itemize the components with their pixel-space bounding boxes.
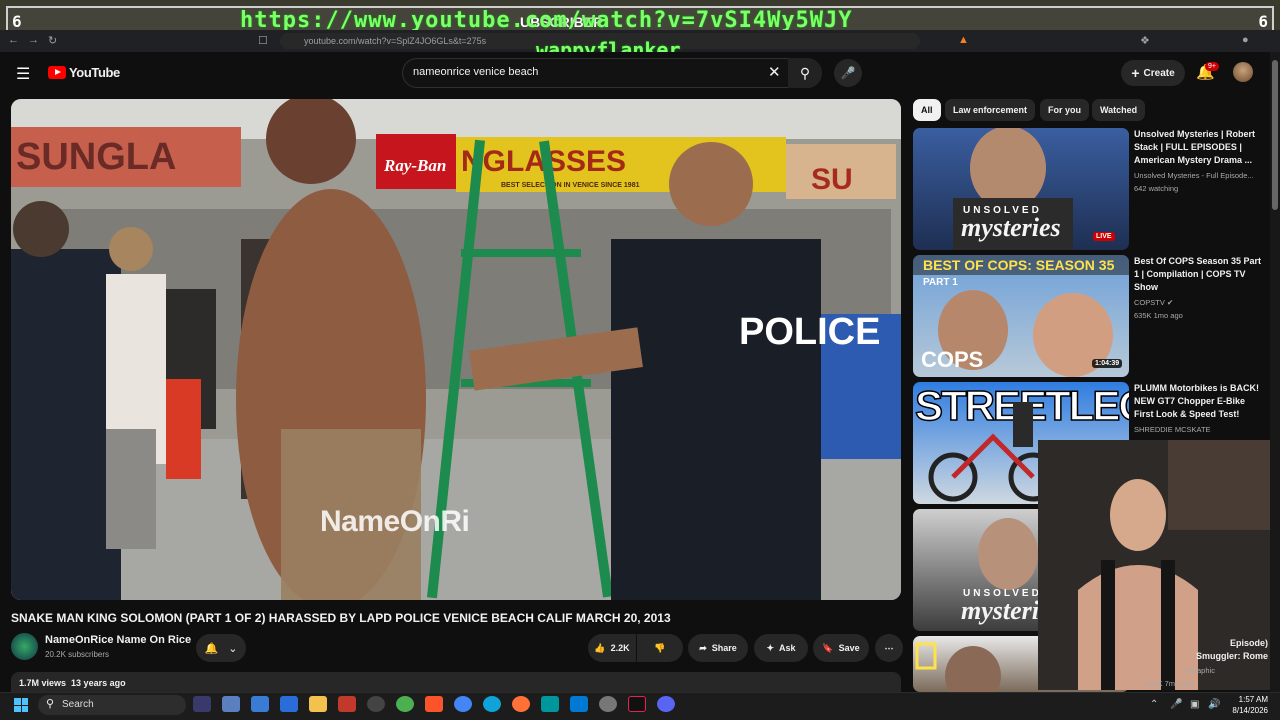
- more-horizontal-icon: ⋯: [884, 642, 894, 653]
- search-button[interactable]: ⚲: [788, 58, 822, 88]
- chevron-down-icon: ⌄: [228, 642, 238, 655]
- more-actions-button[interactable]: ⋯: [875, 634, 903, 662]
- video-title: SNAKE MAN KING SOLOMON (PART 1 OF 2) HAR…: [11, 611, 671, 625]
- chip-watched[interactable]: Watched: [1092, 99, 1146, 121]
- app-icon[interactable]: [599, 696, 617, 712]
- brave-browser-icon[interactable]: [425, 696, 443, 712]
- recommended-title[interactable]: Best Of COPS Season 35 Part 1 | Compilat…: [1134, 255, 1264, 294]
- vscode-icon[interactable]: [570, 696, 588, 712]
- app-icon[interactable]: [396, 696, 414, 712]
- file-explorer-icon[interactable]: [309, 696, 327, 712]
- chrome-icon[interactable]: [454, 696, 472, 712]
- menu-icon[interactable]: ☰: [16, 64, 30, 84]
- bookmark-icon[interactable]: ☐: [258, 34, 268, 47]
- recommended-meta: 635K 1mo ago: [1134, 311, 1183, 320]
- back-icon[interactable]: ←: [8, 34, 19, 46]
- scene-sign-rayban: Ray-Ban: [383, 156, 446, 175]
- scene-sign-su: SU: [811, 163, 853, 196]
- save-button[interactable]: 🔖 Save: [813, 634, 869, 662]
- search-icon: ⚲: [46, 698, 55, 710]
- overlay-counter-left: 6: [12, 12, 22, 31]
- scene-police-text: POLICE: [739, 311, 880, 353]
- taskbar-search-input[interactable]: Search: [38, 695, 186, 715]
- chip-for-you[interactable]: For you: [1040, 99, 1089, 121]
- plus-icon: +: [1131, 65, 1140, 81]
- recommended-channel[interactable]: nographic: [1182, 666, 1215, 675]
- share-button[interactable]: ➦ Share: [688, 634, 748, 662]
- channel-avatar[interactable]: [11, 633, 38, 660]
- thumbnail-text: PART 1: [923, 277, 958, 288]
- sparkle-icon: ✦: [766, 642, 775, 653]
- verified-icon: ✔: [1166, 298, 1174, 307]
- edge-icon[interactable]: [483, 696, 501, 712]
- discord-icon[interactable]: [657, 696, 675, 712]
- recommended-title[interactable]: PLUMM Motorbikes is BACK! NEW GT7 Choppe…: [1134, 382, 1264, 421]
- overlay-counter-right: 6: [1258, 12, 1268, 31]
- subscriber-count: 20.2K subscribers: [45, 650, 110, 659]
- youtube-play-icon: [48, 66, 66, 79]
- chip-law-enforcement[interactable]: Law enforcement: [945, 99, 1036, 121]
- app-icon[interactable]: [367, 696, 385, 712]
- microphone-icon: 🎤: [840, 66, 856, 80]
- chip-all[interactable]: All: [913, 99, 941, 121]
- like-button[interactable]: 👍 2.2K: [588, 634, 636, 662]
- duration-badge: 1:04:39: [1092, 359, 1123, 368]
- search-query[interactable]: nameonrice venice beach: [413, 66, 538, 78]
- volume-icon[interactable]: 🔊: [1208, 699, 1220, 710]
- scene-sign-sunglasses: SUNGLA: [16, 136, 176, 178]
- search-icon: ⚲: [799, 64, 811, 81]
- scene-sign-best-selection: BEST SELECTION IN VENICE SINCE 1981: [501, 182, 640, 189]
- thumbnail-text: mysteries: [961, 213, 1061, 242]
- brave-shield-icon[interactable]: ▲: [958, 34, 969, 46]
- thumbs-up-icon: 👍: [594, 642, 606, 653]
- profile-icon[interactable]: ●: [1242, 34, 1249, 46]
- create-button[interactable]: + Create: [1121, 60, 1185, 86]
- bell-icon: 🔔: [204, 642, 219, 655]
- chevron-up-icon[interactable]: ⌃: [1150, 699, 1158, 710]
- view-count-and-age: 1.7M views 13 years ago: [19, 678, 126, 688]
- description-box[interactable]: [11, 672, 901, 692]
- notification-count-badge: 9+: [1205, 62, 1219, 71]
- thumbnail-text: COPS: [921, 347, 983, 372]
- arduino-icon[interactable]: [541, 696, 559, 712]
- clear-search-icon[interactable]: ✕: [768, 63, 781, 81]
- recommended-title[interactable]: Episode) Smuggler: Rome: [1182, 637, 1268, 663]
- channel-name[interactable]: NameOnRice Name On Rice: [45, 634, 191, 646]
- microphone-icon[interactable]: 🎤: [1170, 699, 1182, 710]
- account-avatar[interactable]: [1233, 62, 1253, 82]
- ask-button[interactable]: ✦ Ask: [754, 634, 808, 662]
- network-icon[interactable]: ▣: [1190, 699, 1199, 710]
- recommended-title[interactable]: Unsolved Mysteries | Robert Stack | FULL…: [1134, 128, 1264, 167]
- recommended-channel[interactable]: SHREDDIE MCSKATE: [1134, 425, 1211, 434]
- windows-start-icon[interactable]: [14, 698, 28, 712]
- forward-icon[interactable]: →: [28, 34, 39, 46]
- subscribed-button[interactable]: 🔔 ⌄: [196, 634, 246, 662]
- dislike-button[interactable]: 👎: [637, 634, 683, 662]
- app-icon[interactable]: [280, 696, 298, 712]
- terminal-app-icon[interactable]: [193, 696, 211, 712]
- recommended-meta: 548K 7mo ago: [1145, 679, 1194, 688]
- firefox-icon[interactable]: [512, 696, 530, 712]
- thumbnail-text: BEST OF COPS: SEASON 35: [923, 257, 1115, 273]
- live-badge: LIVE: [1093, 232, 1115, 241]
- bookmark-icon: 🔖: [822, 642, 834, 653]
- video-watermark: NameOnRi: [320, 505, 470, 538]
- extensions-icon[interactable]: ❖: [1140, 34, 1150, 47]
- scrollbar-thumb[interactable]: [1272, 60, 1278, 210]
- app-icon[interactable]: [338, 696, 356, 712]
- recommended-meta: 642 watching: [1134, 184, 1179, 193]
- tiktok-icon[interactable]: [628, 696, 646, 712]
- app-icon[interactable]: [222, 696, 240, 712]
- reload-icon[interactable]: ↻: [48, 34, 57, 47]
- voice-search-button[interactable]: 🎤: [834, 59, 862, 87]
- youtube-logo[interactable]: YouTube: [48, 65, 120, 80]
- recommended-channel[interactable]: Unsolved Mysteries - Full Episode...: [1134, 171, 1254, 180]
- recommended-channel[interactable]: COPSTV ✔: [1134, 298, 1173, 307]
- thumbs-down-icon: 👎: [654, 642, 666, 653]
- app-icon[interactable]: [251, 696, 269, 712]
- taskbar-clock[interactable]: 1:57 AM 8/14/2026: [1228, 694, 1268, 716]
- share-icon: ➦: [699, 642, 707, 653]
